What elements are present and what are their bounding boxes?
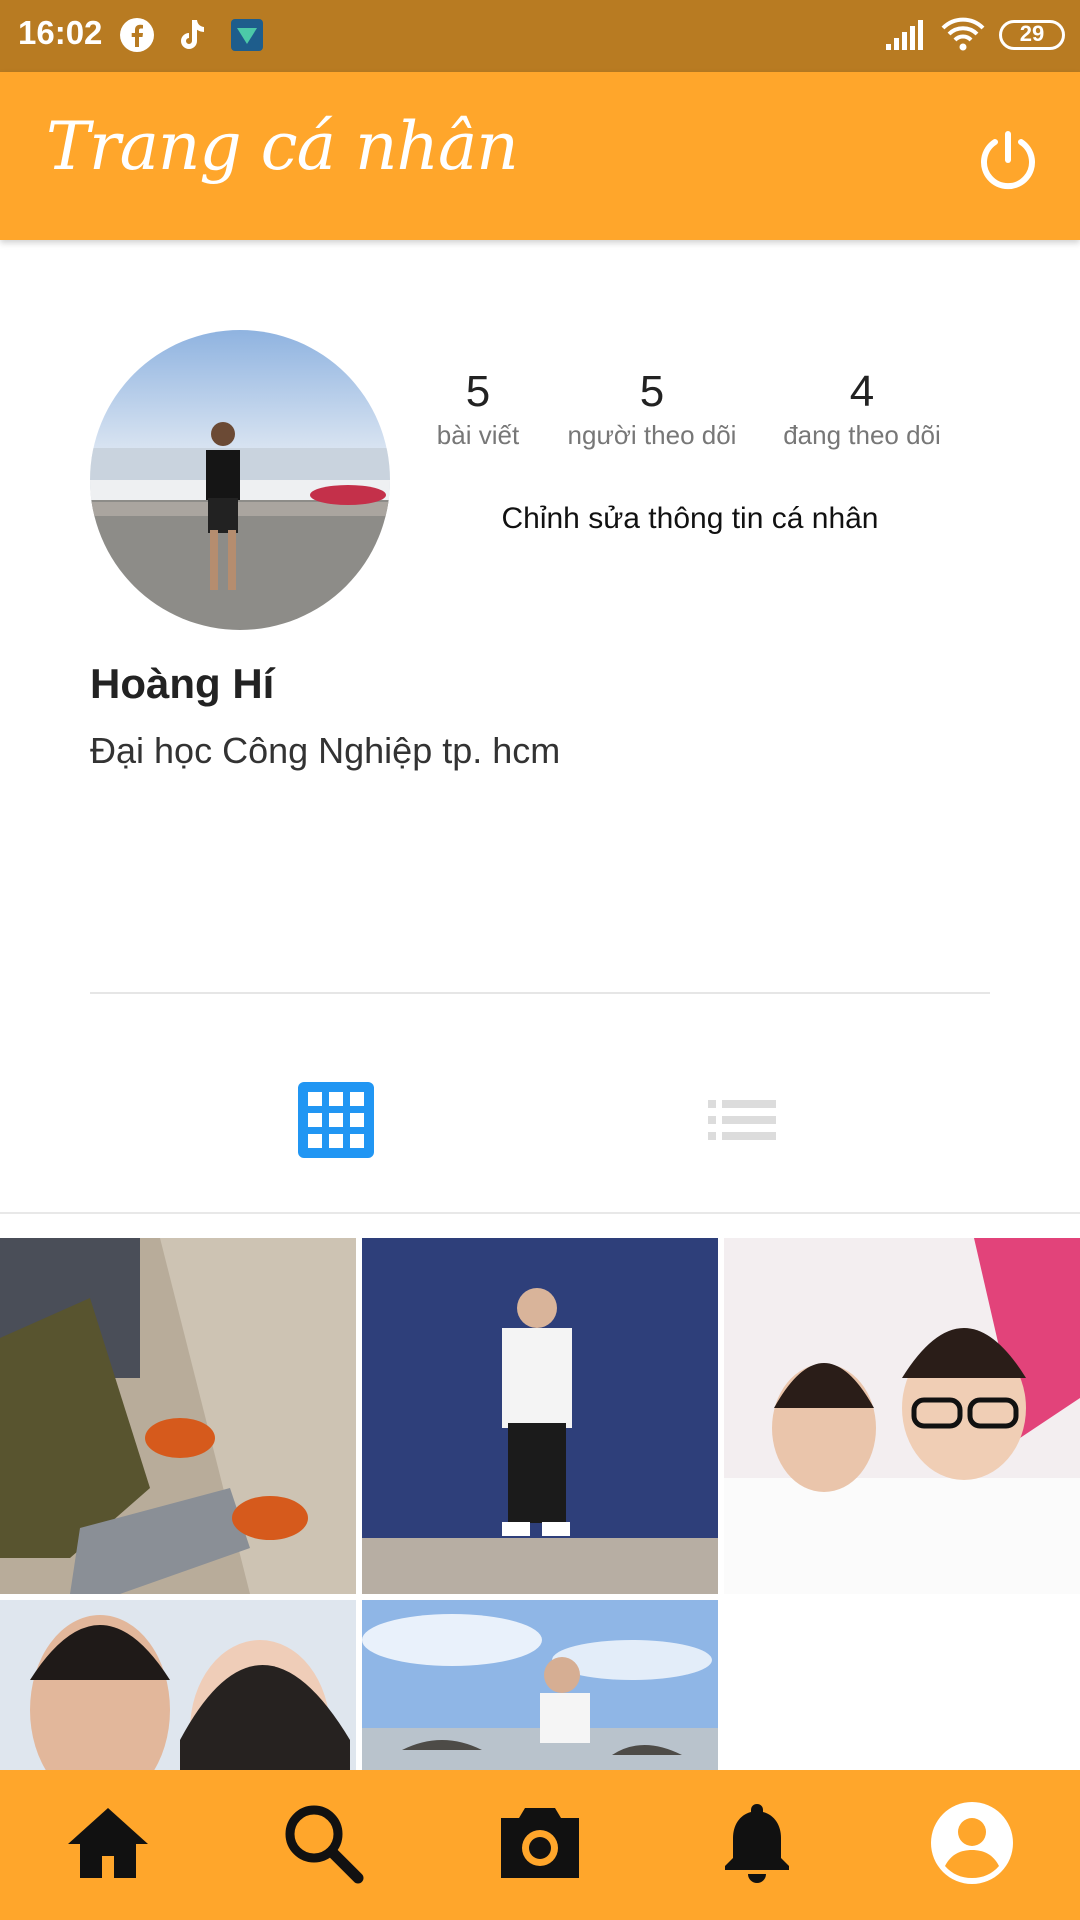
search-icon[interactable] bbox=[278, 1798, 368, 1888]
page-title: Trang cá nhân bbox=[46, 108, 519, 185]
profile-bio: Đại học Công Nghiệp tp. hcm bbox=[90, 730, 561, 771]
post-photo bbox=[362, 1600, 718, 1770]
facebook-icon bbox=[120, 18, 154, 52]
camera-icon[interactable] bbox=[495, 1798, 585, 1888]
divider bbox=[0, 1212, 1080, 1214]
followers-label: người theo dõi bbox=[567, 420, 737, 450]
tiktok-icon bbox=[181, 20, 204, 49]
post-thumbnail[interactable] bbox=[724, 1238, 1080, 1594]
stat-following[interactable]: 4 đang theo dõi bbox=[772, 364, 952, 450]
followers-count: 5 bbox=[639, 367, 665, 416]
avatar-photo bbox=[90, 330, 390, 630]
stat-followers[interactable]: 5 người theo dõi bbox=[560, 364, 744, 450]
status-bar: 16:02 29 bbox=[0, 0, 1080, 72]
edit-profile-button[interactable]: Chỉnh sửa thông tin cá nhân bbox=[440, 502, 940, 536]
app-notification-icon bbox=[231, 19, 263, 51]
posts-count: 5 bbox=[465, 367, 491, 416]
account-icon[interactable] bbox=[927, 1798, 1017, 1888]
post-thumbnail[interactable] bbox=[362, 1238, 718, 1594]
profile-name: Hoàng Hí bbox=[90, 660, 275, 707]
bottom-navigation bbox=[0, 1770, 1080, 1920]
following-count: 4 bbox=[849, 367, 875, 416]
list-view-icon[interactable] bbox=[702, 1080, 782, 1160]
post-photo bbox=[362, 1238, 718, 1594]
signal-icon bbox=[886, 20, 923, 50]
battery-icon: 29 bbox=[999, 20, 1065, 50]
post-thumbnail[interactable] bbox=[0, 1238, 356, 1594]
app-bar: Trang cá nhân bbox=[0, 72, 1080, 240]
wifi-icon bbox=[941, 17, 985, 51]
bell-icon[interactable] bbox=[712, 1798, 802, 1888]
post-thumbnail[interactable] bbox=[362, 1600, 718, 1770]
grid-view-icon[interactable] bbox=[296, 1080, 376, 1160]
post-photo bbox=[724, 1238, 1080, 1594]
stat-posts[interactable]: 5 bài viết bbox=[420, 364, 536, 450]
battery-level: 29 bbox=[1019, 21, 1045, 46]
home-icon[interactable] bbox=[63, 1798, 153, 1888]
divider bbox=[90, 992, 990, 994]
status-time: 16:02 bbox=[18, 14, 103, 51]
posts-label: bài viết bbox=[436, 420, 520, 450]
post-photo bbox=[0, 1600, 356, 1770]
logout-power-icon[interactable] bbox=[976, 128, 1040, 192]
post-thumbnail[interactable] bbox=[0, 1600, 356, 1770]
following-label: đang theo dõi bbox=[783, 420, 941, 450]
avatar[interactable] bbox=[90, 330, 390, 630]
post-photo bbox=[0, 1238, 356, 1594]
